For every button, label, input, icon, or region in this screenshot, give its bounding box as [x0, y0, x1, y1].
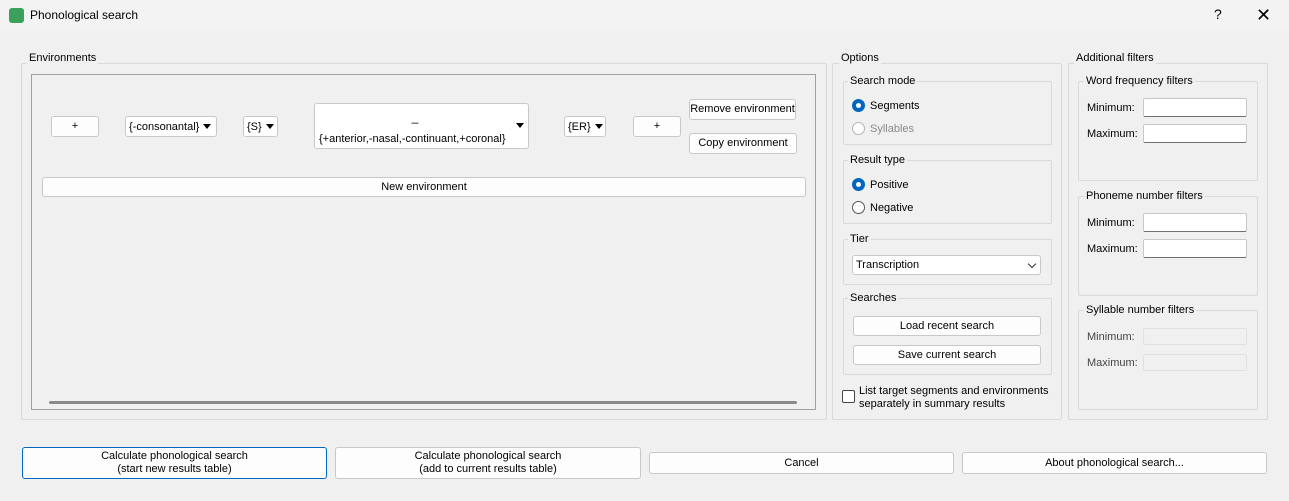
caret-down-icon	[594, 124, 603, 129]
positive-radio[interactable]	[852, 178, 865, 191]
calculate-new-table-button[interactable]: Calculate phonological search (start new…	[22, 447, 327, 479]
remove-environment-button[interactable]: Remove environment	[689, 99, 796, 120]
caret-down-icon	[516, 123, 524, 128]
list-separately-label: List target segments and environments se…	[859, 385, 1049, 411]
caret-down-icon	[265, 124, 274, 129]
button-line1: Calculate phonological search	[414, 450, 562, 462]
list-separately-line2: separately in summary results	[859, 398, 1006, 410]
syllables-radio[interactable]	[852, 122, 865, 135]
new-environment-button[interactable]: New environment	[42, 177, 806, 197]
syllable-max-input[interactable]	[1143, 354, 1247, 371]
environments-label: Environments	[27, 52, 99, 64]
button-line2: (add to current results table)	[419, 463, 557, 475]
syllable-min-input[interactable]	[1143, 328, 1247, 345]
word-frequency-label: Word frequency filters	[1084, 75, 1195, 87]
positive-label: Positive	[870, 179, 909, 191]
cancel-button[interactable]: Cancel	[649, 452, 954, 474]
target-dropdown[interactable]: _ {+anterior,-nasal,-continuant,+coronal…	[314, 103, 529, 149]
tier-select[interactable]: Transcription	[852, 255, 1041, 275]
about-button[interactable]: About phonological search...	[962, 452, 1267, 474]
tier-value: Transcription	[856, 259, 920, 271]
syllables-label: Syllables	[870, 123, 915, 135]
save-current-search-button[interactable]: Save current search	[853, 345, 1041, 365]
search-mode-label: Search mode	[848, 75, 918, 87]
dropdown-value: {ER}	[568, 120, 591, 133]
button-line2: (start new results table)	[117, 463, 232, 475]
negative-label: Negative	[870, 202, 914, 214]
add-right-button[interactable]: +	[633, 116, 681, 137]
calculate-add-table-button[interactable]: Calculate phonological search (add to cu…	[335, 447, 641, 479]
lhs-consonantal-dropdown[interactable]: {-consonantal}	[125, 116, 217, 137]
dropdown-value: {S}	[247, 120, 262, 133]
target-features: {+anterior,-nasal,-continuant,+coronal}	[319, 133, 506, 145]
target-slot: _	[411, 110, 419, 124]
title-bar	[0, 0, 1289, 31]
button-line1: Calculate phonological search	[101, 450, 248, 462]
window-title: Phonological search	[30, 8, 139, 22]
phoneme-max-input[interactable]	[1143, 239, 1247, 258]
word-freq-min-input[interactable]	[1143, 98, 1247, 117]
word-freq-max-label: Maximum:	[1087, 128, 1138, 140]
list-separately-checkbox[interactable]	[842, 390, 855, 403]
add-left-button[interactable]: +	[51, 116, 99, 137]
phoneme-min-label: Minimum:	[1087, 217, 1135, 229]
syllable-min-label: Minimum:	[1087, 331, 1135, 343]
close-icon[interactable]: ✕	[1256, 3, 1271, 27]
help-button[interactable]: ?	[1214, 6, 1222, 22]
search-mode-group	[843, 81, 1052, 145]
phoneme-min-input[interactable]	[1143, 213, 1247, 232]
app-icon	[9, 8, 24, 23]
word-freq-max-input[interactable]	[1143, 124, 1247, 143]
result-type-label: Result type	[848, 154, 908, 166]
list-separately-line1: List target segments and environments	[859, 385, 1049, 397]
copy-environment-button[interactable]: Copy environment	[689, 133, 797, 154]
phoneme-max-label: Maximum:	[1087, 243, 1138, 255]
negative-radio[interactable]	[852, 201, 865, 214]
syllable-number-label: Syllable number filters	[1084, 304, 1197, 316]
word-freq-min-label: Minimum:	[1087, 102, 1135, 114]
load-recent-search-button[interactable]: Load recent search	[853, 316, 1041, 336]
searches-label: Searches	[848, 292, 899, 304]
tier-label: Tier	[848, 233, 871, 245]
rhs-er-dropdown[interactable]: {ER}	[564, 116, 606, 137]
segments-label: Segments	[870, 100, 920, 112]
options-label: Options	[839, 52, 881, 64]
horizontal-scrollbar[interactable]	[49, 401, 797, 404]
chevron-down-icon	[1027, 259, 1037, 269]
filters-label: Additional filters	[1074, 52, 1156, 64]
segments-radio[interactable]	[852, 99, 865, 112]
result-type-group	[843, 160, 1052, 224]
phoneme-number-label: Phoneme number filters	[1084, 190, 1205, 202]
caret-down-icon	[203, 124, 212, 129]
dropdown-value: {-consonantal}	[129, 120, 200, 133]
lhs-s-dropdown[interactable]: {S}	[243, 116, 278, 137]
syllable-max-label: Maximum:	[1087, 357, 1138, 369]
